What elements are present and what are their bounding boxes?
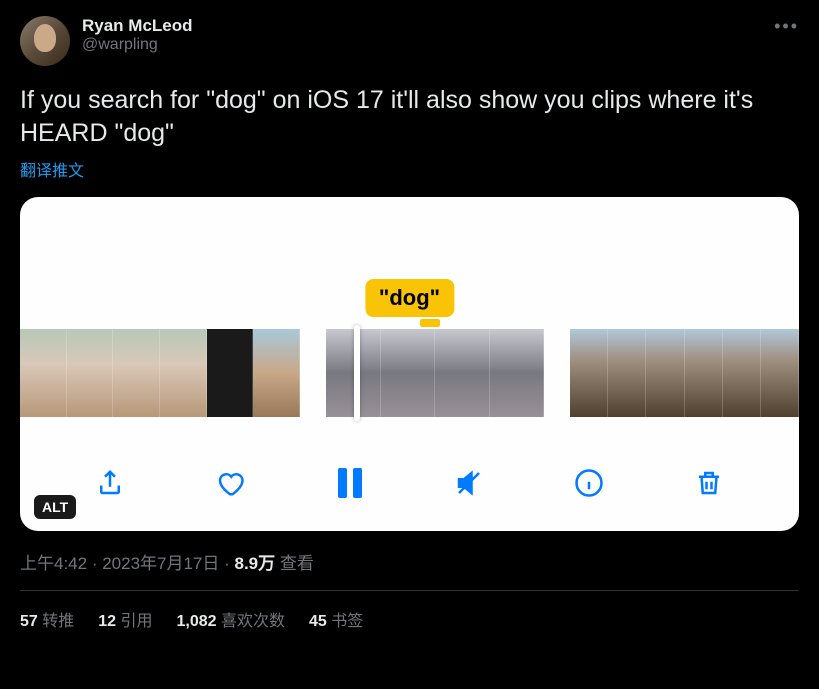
views-label: 查看	[275, 554, 314, 573]
media-toolbar	[20, 465, 799, 501]
share-icon[interactable]	[92, 465, 128, 501]
playhead-marker	[420, 319, 440, 327]
video-frame	[160, 329, 207, 417]
tweet-stats: 57 转推 12 引用 1,082 喜欢次数 45 书签	[20, 607, 799, 631]
tweet-container: Ryan McLeod @warpling ••• If you search …	[0, 0, 819, 647]
mute-icon[interactable]	[451, 465, 487, 501]
clip-group[interactable]	[20, 329, 300, 417]
tweet-text: If you search for "dog" on iOS 17 it'll …	[20, 84, 799, 149]
video-frame	[761, 329, 799, 417]
media-attachment[interactable]: "dog"	[20, 197, 799, 531]
info-icon[interactable]	[571, 465, 607, 501]
trash-icon[interactable]	[691, 465, 727, 501]
video-frame	[207, 329, 254, 417]
video-frame	[490, 329, 545, 417]
tweet-header: Ryan McLeod @warpling •••	[20, 16, 799, 66]
video-frame	[570, 329, 608, 417]
clip-group[interactable]	[570, 329, 799, 417]
alt-badge[interactable]: ALT	[34, 495, 76, 519]
caption-bubble: "dog"	[365, 279, 454, 317]
retweets-stat[interactable]: 57 转推	[20, 607, 74, 631]
video-frame	[646, 329, 684, 417]
video-frame	[685, 329, 723, 417]
video-frame	[253, 329, 300, 417]
tweet-date[interactable]: 2023年7月17日	[102, 554, 219, 573]
views-count: 8.9万	[235, 554, 276, 573]
more-options-icon[interactable]: •••	[774, 16, 799, 37]
tweet-time[interactable]: 上午4:42	[20, 554, 87, 573]
tweet-meta: 上午4:42 · 2023年7月17日 · 8.9万 查看	[20, 549, 799, 574]
video-frame	[20, 329, 67, 417]
video-frame	[67, 329, 114, 417]
likes-stat[interactable]: 1,082 喜欢次数	[177, 607, 286, 631]
scrubber-handle[interactable]	[354, 325, 360, 421]
video-frame	[435, 329, 490, 417]
heart-icon[interactable]	[212, 465, 248, 501]
user-info[interactable]: Ryan McLeod @warpling	[82, 16, 193, 54]
divider	[20, 590, 799, 591]
video-frame	[381, 329, 436, 417]
quotes-stat[interactable]: 12 引用	[98, 607, 152, 631]
video-frame	[608, 329, 646, 417]
bookmarks-stat[interactable]: 45 书签	[309, 607, 363, 631]
pause-icon[interactable]	[332, 465, 368, 501]
video-frame	[113, 329, 160, 417]
video-filmstrip[interactable]	[20, 329, 799, 417]
avatar[interactable]	[20, 16, 70, 66]
video-frame	[723, 329, 761, 417]
translate-link[interactable]: 翻译推文	[20, 157, 84, 181]
user-handle: @warpling	[82, 36, 193, 54]
display-name: Ryan McLeod	[82, 16, 193, 36]
clip-group[interactable]	[326, 329, 544, 417]
